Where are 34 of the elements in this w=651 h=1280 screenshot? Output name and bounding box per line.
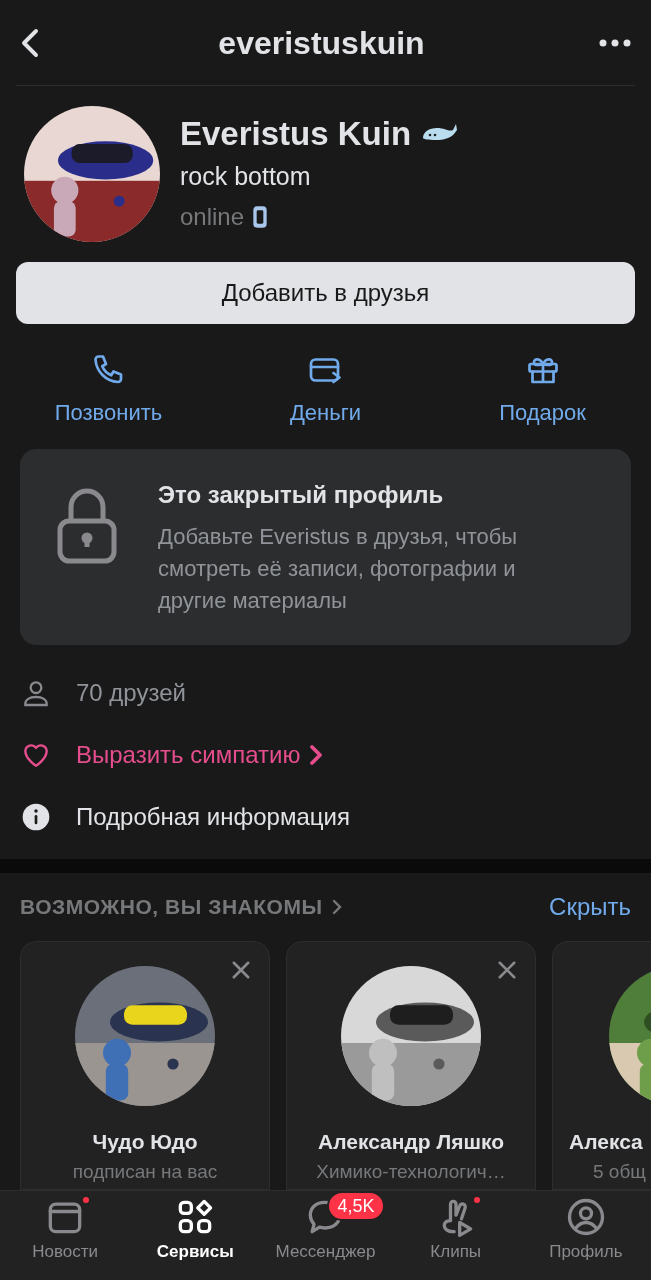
friend-name[interactable]: Александр Ляшко [318,1126,504,1158]
info-icon [20,801,52,833]
friends-count[interactable]: 70 друзей [76,675,186,711]
tab[interactable]: Сервисы [130,1191,261,1280]
presence-text: online [180,202,245,233]
phone-icon [252,205,269,230]
tab[interactable]: Профиль [520,1191,651,1280]
closed-profile-title: Это закрытый профиль [158,480,445,510]
section-title: ВОЗМОЖНО, ВЫ ЗНАКОМЫ [20,894,323,921]
tab[interactable]: Клипы [390,1191,521,1280]
friend-subtitle: Химико-технологич… [316,1159,506,1184]
profile-name: Everistus Kuin [180,113,412,154]
closed-profile-text: Добавьте Everistus в друзья, чтобы смотреть её записи, фотографии и другие материалы [158,523,519,615]
sympathy-link[interactable]: Выразить симпатию [76,737,325,773]
unread-badge: 4,5K [327,1191,385,1221]
friend-name[interactable]: Алекса [569,1126,643,1158]
close-button[interactable] [495,958,519,982]
profile-status: rock bottom [180,160,312,192]
chevron-icon [330,897,343,917]
page-title: everistuskuin [218,23,425,63]
more-icon [599,38,631,47]
friend-name[interactable]: Чудо Юдо [92,1126,198,1158]
friend-subtitle: подписан на вас [72,1159,218,1184]
close-icon [495,958,519,982]
action-button[interactable]: Деньги [217,352,434,429]
tab[interactable]: Новости [0,1191,131,1280]
action-button[interactable]: Подарок [434,352,651,429]
details-link[interactable]: Подробная информация [76,799,350,835]
add-friend-button[interactable]: Добавить в друзья [16,262,635,324]
chevron-icon [308,743,325,767]
friend-subtitle: 5 общ [592,1159,646,1184]
action-button[interactable]: Позвонить [0,352,217,429]
tab[interactable]: 4,5K Мессенджер [260,1191,391,1280]
hide-button[interactable]: Скрыть [549,889,631,925]
